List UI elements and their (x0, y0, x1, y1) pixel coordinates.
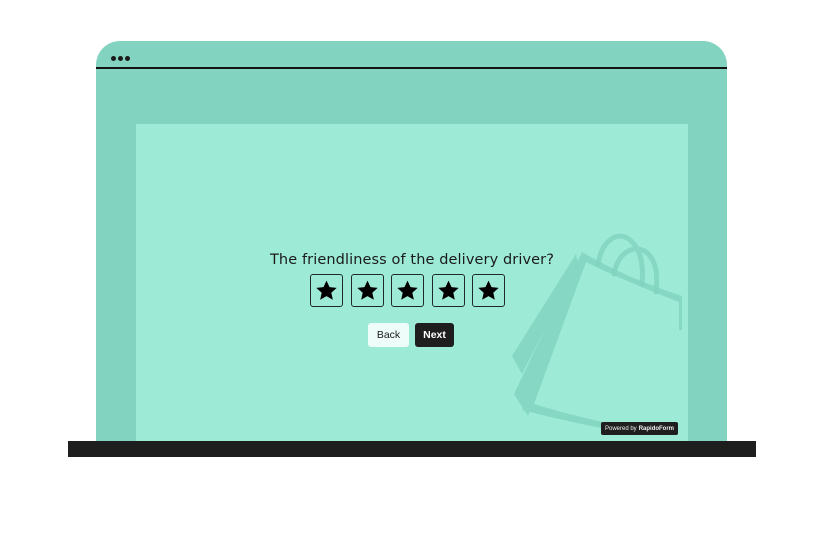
star-icon (397, 280, 418, 300)
star-rating-1[interactable] (310, 274, 343, 307)
laptop-base (68, 441, 756, 457)
star-rating-3[interactable] (391, 274, 424, 307)
powered-by-brand: RapidoForm (638, 425, 675, 432)
question-text: The friendliness of the delivery driver? (269, 252, 555, 268)
window-dot-icon (118, 56, 123, 61)
navigation-buttons: Back Next (368, 323, 454, 347)
powered-by-prefix: Powered by (605, 425, 637, 432)
star-icon (437, 280, 459, 300)
window-dot-icon (125, 56, 130, 61)
star-icon (356, 280, 378, 300)
window-dot-icon (111, 56, 116, 61)
titlebar-divider (96, 67, 727, 69)
star-rating (310, 274, 505, 307)
laptop-screen: The friendliness of the delivery driver?… (96, 41, 727, 451)
next-button[interactable]: Next (415, 323, 454, 347)
back-button[interactable]: Back (368, 323, 409, 347)
powered-by-badge[interactable]: Powered by RapidoForm (601, 422, 679, 435)
star-rating-5[interactable] (472, 274, 505, 307)
star-icon (478, 280, 499, 300)
survey-panel: The friendliness of the delivery driver?… (136, 124, 688, 441)
star-rating-2[interactable] (350, 274, 384, 307)
window-controls (111, 56, 130, 61)
star-rating-4[interactable] (431, 274, 465, 307)
star-icon (316, 280, 337, 300)
